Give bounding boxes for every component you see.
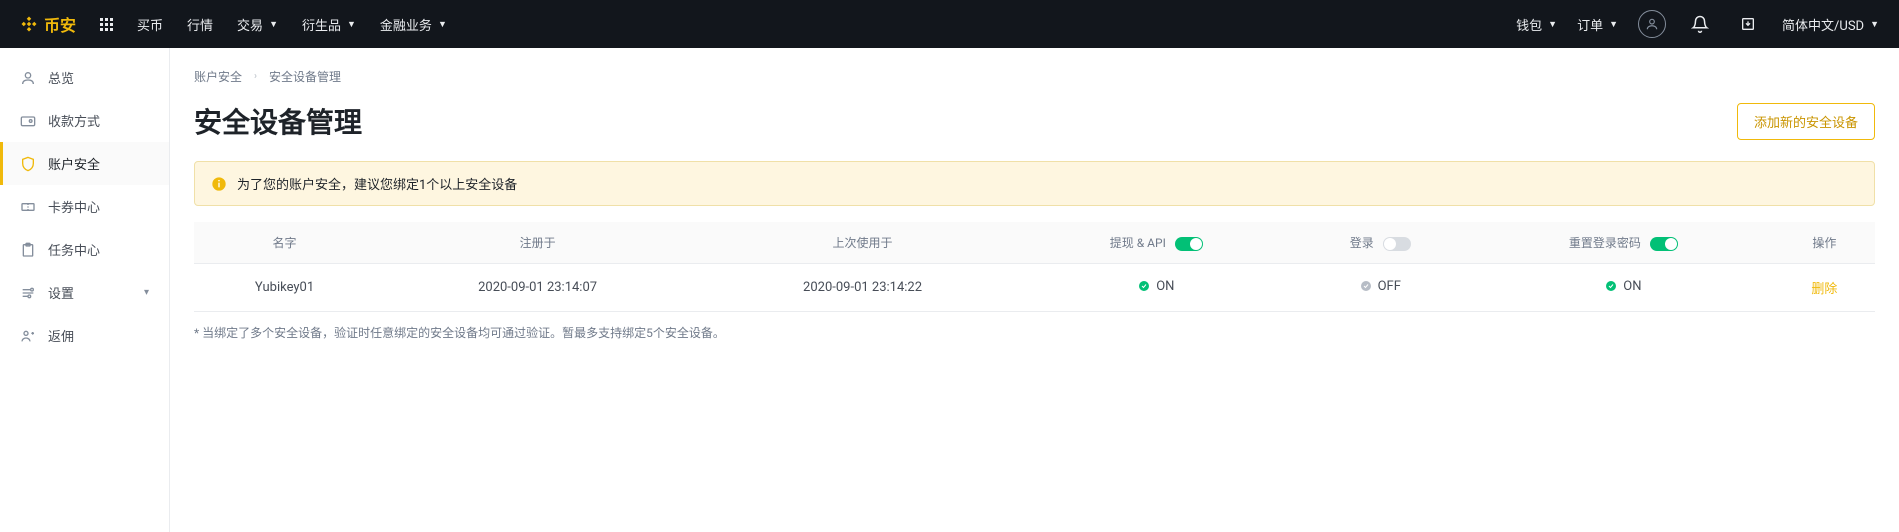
toggle-withdraw-api[interactable] (1175, 237, 1203, 251)
brand-logo[interactable]: 币安 (20, 12, 76, 36)
table-row: Yubikey01 2020-09-01 23:14:07 2020-09-01… (194, 264, 1875, 312)
layout: 总览 收款方式 账户安全 卡券中心 任务中心 设置 ▾ 返佣 账户 (0, 48, 1899, 532)
alert-text: 为了您的账户安全，建议您绑定1个以上安全设备 (237, 174, 517, 193)
caret-down-icon: ▼ (269, 19, 278, 30)
notifications[interactable] (1686, 10, 1714, 38)
bell-icon (1691, 15, 1709, 33)
user-icon (20, 70, 36, 86)
cell-withdraw-api: ON (1025, 264, 1288, 312)
caret-down-icon: ▼ (1870, 19, 1879, 30)
sidebar: 总览 收款方式 账户安全 卡券中心 任务中心 设置 ▾ 返佣 (0, 48, 170, 532)
page-title: 安全设备管理 (194, 101, 362, 141)
nav-markets[interactable]: 行情 (187, 15, 213, 34)
nav-finance[interactable]: 金融业务▼ (380, 15, 447, 34)
cell-reset-password: ON (1473, 264, 1774, 312)
locale-selector[interactable]: 简体中文/USD▼ (1782, 15, 1879, 34)
breadcrumb: 账户安全 › 安全设备管理 (194, 68, 1875, 85)
check-icon (1138, 280, 1150, 292)
header-left: 币安 买币 行情 交易▼ 衍生品▼ 金融业务▼ (20, 12, 447, 36)
th-reset-password: 重置登录密码 (1473, 222, 1774, 264)
sidebar-item-label: 设置 (48, 283, 74, 302)
ticket-icon (20, 199, 36, 215)
sidebar-item-label: 返佣 (48, 326, 74, 345)
header-right: 钱包▼ 订单▼ 简体中文/USD▼ (1516, 10, 1879, 38)
sidebar-item-settings[interactable]: 设置 ▾ (0, 271, 169, 314)
cell-registered: 2020-09-01 23:14:07 (375, 264, 700, 312)
chevron-down-icon: ▾ (144, 287, 149, 298)
toggle-login[interactable] (1383, 237, 1411, 251)
cell-name: Yubikey01 (194, 264, 375, 312)
apps-menu[interactable] (100, 18, 113, 31)
cell-action: 删除 (1774, 264, 1875, 312)
nav-buy[interactable]: 买币 (137, 15, 163, 34)
cell-last-used: 2020-09-01 23:14:22 (700, 264, 1025, 312)
card-icon (20, 113, 36, 129)
add-device-button[interactable]: 添加新的安全设备 (1737, 103, 1875, 140)
cell-login: OFF (1288, 264, 1473, 312)
sidebar-item-label: 卡券中心 (48, 197, 100, 216)
th-login: 登录 (1288, 222, 1473, 264)
sidebar-item-coupons[interactable]: 卡券中心 (0, 185, 169, 228)
check-icon (1360, 280, 1372, 292)
check-icon (1605, 280, 1617, 292)
sidebar-item-label: 总览 (48, 68, 74, 87)
th-last-used: 上次使用于 (700, 222, 1025, 264)
caret-down-icon: ▼ (1609, 19, 1618, 30)
sidebar-item-overview[interactable]: 总览 (0, 56, 169, 99)
nav-wallet[interactable]: 钱包▼ (1516, 15, 1557, 34)
nav-derivatives[interactable]: 衍生品▼ (302, 15, 356, 34)
top-header: 币安 买币 行情 交易▼ 衍生品▼ 金融业务▼ 钱包▼ 订单▼ 简体中文/USD… (0, 0, 1899, 48)
sidebar-item-label: 账户安全 (48, 154, 100, 173)
sliders-icon (20, 285, 36, 301)
referral-icon (20, 328, 36, 344)
clipboard-icon (20, 242, 36, 258)
th-registered: 注册于 (375, 222, 700, 264)
sidebar-item-referral[interactable]: 返佣 (0, 314, 169, 357)
nav-orders[interactable]: 订单▼ (1577, 15, 1618, 34)
chevron-right-icon: › (254, 71, 257, 82)
th-action: 操作 (1774, 222, 1875, 264)
grid-icon (100, 18, 113, 31)
sidebar-item-security[interactable]: 账户安全 (0, 142, 169, 185)
caret-down-icon: ▼ (347, 19, 356, 30)
breadcrumb-parent[interactable]: 账户安全 (194, 68, 242, 85)
sidebar-item-tasks[interactable]: 任务中心 (0, 228, 169, 271)
binance-logo-icon (20, 15, 38, 33)
delete-button[interactable]: 删除 (1811, 282, 1837, 297)
user-icon (1638, 10, 1666, 38)
main-content: 账户安全 › 安全设备管理 安全设备管理 添加新的安全设备 为了您的账户安全，建… (170, 48, 1899, 532)
footnote: * 当绑定了多个安全设备，验证时任意绑定的安全设备均可通过验证。暂最多支持绑定5… (194, 324, 1875, 341)
devices-table: 名字 注册于 上次使用于 提现 & API 登录 重置登录密码 (194, 222, 1875, 312)
avatar[interactable] (1638, 10, 1666, 38)
security-alert: 为了您的账户安全，建议您绑定1个以上安全设备 (194, 161, 1875, 206)
download[interactable] (1734, 10, 1762, 38)
th-name: 名字 (194, 222, 375, 264)
caret-down-icon: ▼ (1548, 19, 1557, 30)
breadcrumb-current: 安全设备管理 (269, 68, 341, 85)
sidebar-item-label: 任务中心 (48, 240, 100, 259)
download-icon (1740, 16, 1756, 32)
shield-icon (20, 156, 36, 172)
sidebar-item-label: 收款方式 (48, 111, 100, 130)
brand-name: 币安 (44, 12, 76, 36)
nav-trade[interactable]: 交易▼ (237, 15, 278, 34)
toggle-reset-password[interactable] (1650, 237, 1678, 251)
sidebar-item-payment[interactable]: 收款方式 (0, 99, 169, 142)
caret-down-icon: ▼ (438, 19, 447, 30)
th-withdraw-api: 提现 & API (1025, 222, 1288, 264)
info-icon (211, 176, 227, 192)
page-header: 安全设备管理 添加新的安全设备 (194, 101, 1875, 141)
